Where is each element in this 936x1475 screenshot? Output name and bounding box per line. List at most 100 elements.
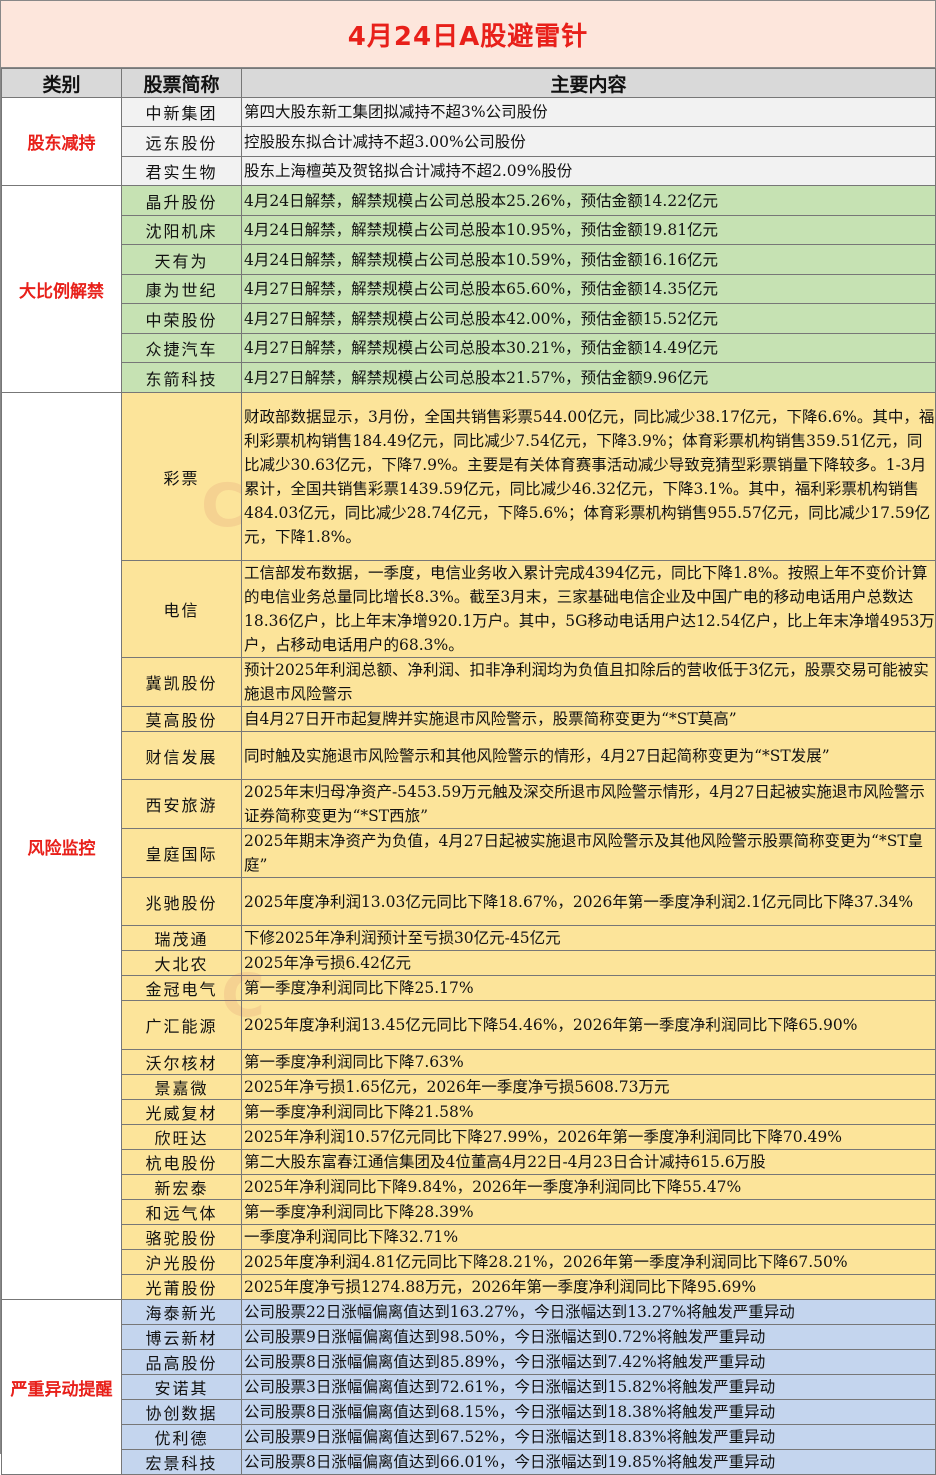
table-row: 兆驰股份 2025年度净利润13.03亿元同比下降18.67%，2026年第一季度… bbox=[2, 877, 936, 926]
stock-name-cell: 光威复材 bbox=[121, 1099, 242, 1125]
table-row: 西安旅游 2025年末归母净资产-5453.59万元触及深交所退市风险警示情形，4… bbox=[2, 779, 936, 829]
content-cell: 公司股票8日涨幅偏离值达到85.89%，今日涨幅达到7.42%将触发严重异动 bbox=[241, 1349, 936, 1375]
table-row: 远东股份 控股股东拟合计减持不超3.00%公司股份 bbox=[2, 126, 936, 157]
content-cell: 第一季度净利润同比下降25.17% bbox=[241, 975, 936, 1001]
table-row: 广汇能源 2025年度净利润13.45亿元同比下降54.46%，2026年第一季度… bbox=[2, 1000, 936, 1050]
content-cell: 公司股票3日涨幅偏离值达到72.61%，今日涨幅达到15.82%将触发严重异动 bbox=[241, 1374, 936, 1400]
stock-name-cell: 大北农 bbox=[121, 950, 242, 976]
category-cell: 风险监控 bbox=[1, 392, 122, 1300]
table-row: 东箭科技 4月27日解禁，解禁规模占公司总股本21.57%，预估金额9.96亿元 bbox=[2, 362, 936, 393]
content-cell: 控股股东拟合计减持不超3.00%公司股份 bbox=[241, 126, 936, 157]
content-cell: 2025年净利润10.57亿元同比下降27.99%，2026年第一季度净利润同比… bbox=[241, 1124, 936, 1150]
content-cell: 4月27日解禁，解禁规模占公司总股本42.00%，预估金额15.52亿元 bbox=[241, 303, 936, 334]
table-row: 电信 工信部发布数据，一季度，电信业务收入累计完成4394亿元，同比下降1.8%。… bbox=[2, 560, 936, 658]
content-cell: 一季度净利润同比下降32.71% bbox=[241, 1224, 936, 1250]
stock-name-cell: 冀凯股份 bbox=[121, 657, 242, 707]
stock-name-cell: 中新集团 bbox=[121, 97, 242, 127]
stock-name-cell: 金冠电气 bbox=[121, 975, 242, 1001]
content-cell: 公司股票9日涨幅偏离值达到98.50%，今日涨幅达到0.72%将触发严重异动 bbox=[241, 1324, 936, 1350]
category-cell: 严重异动提醒 bbox=[1, 1299, 122, 1475]
stock-name-cell: 电信 bbox=[121, 560, 242, 658]
content-cell: 2025年度净利润13.03亿元同比下降18.67%，2026年第一季度净利润2… bbox=[241, 877, 936, 926]
stock-name-cell: 康为世纪 bbox=[121, 274, 242, 304]
category-cell: 股东减持 bbox=[1, 97, 122, 186]
stock-name-cell: 瑞茂通 bbox=[121, 925, 242, 951]
table-row: 沈阳机床 4月24日解禁，解禁规模占公司总股本10.95%，预估金额19.81亿元 bbox=[2, 215, 936, 245]
stock-name-cell: 东箭科技 bbox=[121, 362, 242, 393]
content-cell: 2025年度净利润13.45亿元同比下降54.46%，2026年第一季度净利润同… bbox=[241, 1000, 936, 1050]
stock-name-cell: 博云新材 bbox=[121, 1324, 242, 1350]
stock-name-cell: 天有为 bbox=[121, 244, 242, 275]
table-row: 股东减持 中新集团 第四大股东新工集团拟减持不超3%公司股份 bbox=[1, 97, 936, 186]
category-cell: 大比例解禁 bbox=[1, 185, 122, 393]
content-cell: 同时触及实施退市风险警示和其他风险警示的情形，4月27日起简称变更为“*ST发展… bbox=[241, 731, 936, 780]
content-cell: 4月27日解禁，解禁规模占公司总股本65.60%，预估金额14.35亿元 bbox=[241, 274, 936, 304]
content-cell: 工信部发布数据，一季度，电信业务收入累计完成4394亿元，同比下降1.8%。按照… bbox=[241, 560, 936, 658]
content-cell: 4月27日解禁，解禁规模占公司总股本21.57%，预估金额9.96亿元 bbox=[241, 362, 936, 393]
stock-name-cell: 中荣股份 bbox=[121, 303, 242, 334]
stock-name-cell: 品高股份 bbox=[121, 1349, 242, 1375]
table-row: 光威复材 第一季度净利润同比下降21.58% bbox=[2, 1099, 936, 1125]
table-row: 冀凯股份 预计2025年利润总额、净利润、扣非净利润均为负值且扣除后的营收低于3亿… bbox=[2, 657, 936, 707]
table-row: 金冠电气 第一季度净利润同比下降25.17% bbox=[2, 975, 936, 1001]
table-row: 莫高股份 自4月27日开市起复牌并实施退市风险警示，股票简称变更为“*ST莫高” bbox=[2, 706, 936, 732]
content-cell: 公司股票9日涨幅偏离值达到67.52%，今日涨幅达到18.83%将触发严重异动 bbox=[241, 1424, 936, 1450]
content-cell: 公司股票8日涨幅偏离值达到66.01%，今日涨幅达到19.85%将触发严重异动 bbox=[241, 1449, 936, 1475]
table-row: 风险监控 彩票 财政部数据显示，3月份，全国共销售彩票544.00亿元，同比减少38… bbox=[1, 392, 936, 1300]
content-cell: 公司股票8日涨幅偏离值达到68.15%，今日涨幅达到18.38%将触发严重异动 bbox=[241, 1399, 936, 1425]
stock-name-cell: 君实生物 bbox=[121, 156, 242, 186]
table-row: 新宏泰 2025年净利润同比下降9.84%，2026年一季度净利润同比下降55.4… bbox=[2, 1174, 936, 1200]
content-cell: 2025年度净利润4.81亿元同比下降28.21%，2026年第一季度净利润同比… bbox=[241, 1249, 936, 1275]
stock-name-cell: 欣旺达 bbox=[121, 1124, 242, 1150]
content-cell: 第四大股东新工集团拟减持不超3%公司股份 bbox=[241, 97, 936, 127]
table-row: 众捷汽车 4月27日解禁，解禁规模占公司总股本30.21%，预估金额14.49亿元 bbox=[2, 333, 936, 363]
stock-name-cell: 众捷汽车 bbox=[121, 333, 242, 363]
stock-name-cell: 财信发展 bbox=[121, 731, 242, 780]
stock-name-cell: 彩票 bbox=[121, 392, 242, 561]
content-cell: 公司股票22日涨幅偏离值达到163.27%，今日涨幅达到13.27%将触发严重异… bbox=[241, 1299, 936, 1325]
stock-name-cell: 莫高股份 bbox=[121, 706, 242, 732]
table-row: 优利德 公司股票9日涨幅偏离值达到67.52%，今日涨幅达到18.83%将触发严重… bbox=[2, 1424, 936, 1450]
content-cell: 4月24日解禁，解禁规模占公司总股本10.95%，预估金额19.81亿元 bbox=[241, 215, 936, 245]
table-row: 宏景科技 公司股票8日涨幅偏离值达到66.01%，今日涨幅达到19.85%将触发严… bbox=[2, 1449, 936, 1475]
content-cell: 预计2025年利润总额、净利润、扣非净利润均为负值且扣除后的营收低于3亿元，股票… bbox=[241, 657, 936, 707]
stock-name-cell: 皇庭国际 bbox=[121, 828, 242, 878]
stock-name-cell: 远东股份 bbox=[121, 126, 242, 157]
table-row: 安诺其 公司股票3日涨幅偏离值达到72.61%，今日涨幅达到15.82%将触发严重… bbox=[2, 1374, 936, 1400]
content-cell: 自4月27日开市起复牌并实施退市风险警示，股票简称变更为“*ST莫高” bbox=[241, 706, 936, 732]
stock-name-cell: 沪光股份 bbox=[121, 1249, 242, 1275]
content-cell: 2025年末归母净资产-5453.59万元触及深交所退市风险警示情形，4月27日… bbox=[241, 779, 936, 829]
stock-name-cell: 兆驰股份 bbox=[121, 877, 242, 926]
stock-name-cell: 协创数据 bbox=[121, 1399, 242, 1425]
content-cell: 2025年净亏损6.42亿元 bbox=[241, 950, 936, 976]
stock-name-cell: 优利德 bbox=[121, 1424, 242, 1450]
content-cell: 第一季度净利润同比下降28.39% bbox=[241, 1199, 936, 1225]
stock-name-cell: 安诺其 bbox=[121, 1374, 242, 1400]
stock-name-cell: 西安旅游 bbox=[121, 779, 242, 829]
stock-name-cell: 海泰新光 bbox=[121, 1299, 242, 1325]
stock-name-cell: 沃尔核材 bbox=[121, 1049, 242, 1075]
header-category: 类别 bbox=[1, 68, 122, 98]
risk-table: 类别 股票简称 主要内容 股东减持 中新集团 第四大股东新工集团拟减持不超3%公司股… bbox=[1, 68, 936, 1475]
table-row: 欣旺达 2025年净利润10.57亿元同比下降27.99%，2026年第一季度净利… bbox=[2, 1124, 936, 1150]
table-row: 康为世纪 4月27日解禁，解禁规模占公司总股本65.60%，预估金额14.35亿元 bbox=[2, 274, 936, 304]
content-cell: 2025年净亏损1.65亿元，2026年一季度净亏损5608.73万元 bbox=[241, 1074, 936, 1100]
table-row: 光莆股份 2025年度净亏损1274.88万元，2026年第一季度净利润同比下降9… bbox=[2, 1274, 936, 1300]
stock-name-cell: 宏景科技 bbox=[121, 1449, 242, 1475]
stock-name-cell: 沈阳机床 bbox=[121, 215, 242, 245]
content-cell: 4月24日解禁，解禁规模占公司总股本10.59%，预估金额16.16亿元 bbox=[241, 244, 936, 275]
stock-name-cell: 光莆股份 bbox=[121, 1274, 242, 1300]
content-cell: 财政部数据显示，3月份，全国共销售彩票544.00亿元，同比减少38.17亿元，… bbox=[241, 392, 936, 561]
content-cell: 第一季度净利润同比下降7.63% bbox=[241, 1049, 936, 1075]
stock-name-cell: 广汇能源 bbox=[121, 1000, 242, 1050]
content-cell: 下修2025年净利润预计至亏损30亿元-45亿元 bbox=[241, 925, 936, 951]
table-row: 严重异动提醒 海泰新光 公司股票22日涨幅偏离值达到163.27%，今日涨幅达到13… bbox=[1, 1299, 936, 1475]
header-row: 类别 股票简称 主要内容 bbox=[1, 68, 936, 98]
content-cell: 2025年期末净资产为负值，4月27日起被实施退市风险警示及其他风险警示股票简称… bbox=[241, 828, 936, 878]
risk-table-sheet: 4月24日A股避雷针 类别 股票简称 主要内容 股东减持 中新集团 第四大股东新工集… bbox=[0, 0, 936, 1475]
content-cell: 第一季度净利润同比下降21.58% bbox=[241, 1099, 936, 1125]
table-row: 大比例解禁 晶升股份 4月24日解禁，解禁规模占公司总股本25.26%，预估金额14… bbox=[1, 185, 936, 393]
table-row: 杭电股份 第二大股东富春江通信集团及4位董高4月22日-4月23日合计减持615.… bbox=[2, 1149, 936, 1175]
table-row: 中荣股份 4月27日解禁，解禁规模占公司总股本42.00%，预估金额15.52亿元 bbox=[2, 303, 936, 334]
stock-name-cell: 杭电股份 bbox=[121, 1149, 242, 1175]
